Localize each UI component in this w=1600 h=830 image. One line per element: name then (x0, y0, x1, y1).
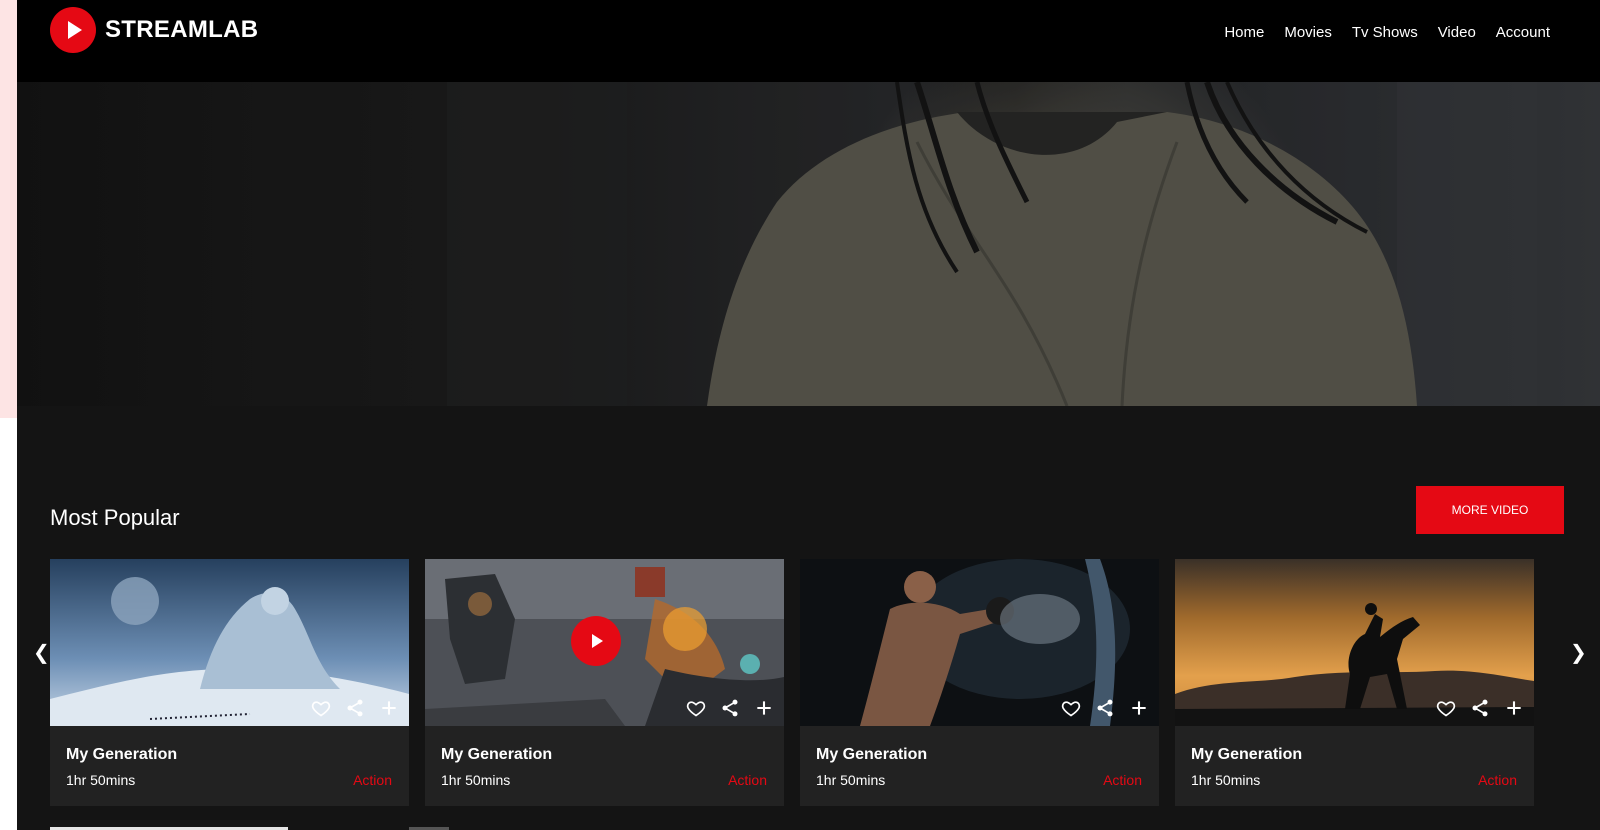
movie-card[interactable]: My Generation 1hr 50mins Action (1175, 559, 1534, 806)
main-nav: Home Movies Tv Shows Video Account (1224, 24, 1550, 41)
card-genre[interactable]: Action (728, 772, 767, 788)
app-container: STREAMLAB Home Movies Tv Shows Video Acc… (17, 0, 1600, 830)
card-duration: 1hr 50mins (441, 772, 511, 788)
movie-thumbnail[interactable] (800, 559, 1159, 726)
card-actions (1061, 698, 1149, 718)
movie-thumbnail[interactable] (425, 559, 784, 726)
movie-card[interactable]: My Generation 1hr 50mins Action (800, 559, 1159, 806)
movie-card[interactable]: My Generation 1hr 50mins Action (425, 559, 784, 806)
nav-home[interactable]: Home (1224, 24, 1264, 41)
card-actions (686, 698, 774, 718)
movie-thumbnail[interactable] (1175, 559, 1534, 726)
nav-video[interactable]: Video (1438, 24, 1476, 41)
movie-card[interactable]: My Generation 1hr 50mins Action (50, 559, 409, 806)
plus-icon[interactable] (754, 698, 774, 718)
share-icon[interactable] (720, 698, 740, 718)
logo[interactable]: STREAMLAB (50, 7, 258, 53)
carousel-prev-icon[interactable]: ❮ (33, 640, 50, 665)
card-title: My Generation (66, 746, 178, 763)
plus-icon[interactable] (379, 698, 399, 718)
site-header: STREAMLAB Home Movies Tv Shows Video Acc… (17, 0, 1600, 82)
heart-icon[interactable] (1436, 698, 1456, 718)
card-duration: 1hr 50mins (816, 772, 886, 788)
section-title: Most Popular (50, 505, 180, 531)
card-genre[interactable]: Action (1103, 772, 1142, 788)
carousel-next-icon[interactable]: ❯ (1570, 640, 1587, 665)
nav-tv-shows[interactable]: Tv Shows (1352, 24, 1418, 41)
share-icon[interactable] (1095, 698, 1115, 718)
play-icon[interactable] (571, 616, 621, 666)
brand-name: STREAMLAB (105, 16, 259, 43)
share-icon[interactable] (1470, 698, 1490, 718)
nav-account[interactable]: Account (1496, 24, 1550, 41)
card-title: My Generation (441, 746, 553, 763)
play-icon (50, 7, 96, 53)
card-duration: 1hr 50mins (66, 772, 136, 788)
nav-movies[interactable]: Movies (1284, 24, 1332, 41)
left-edge-strip (0, 0, 17, 418)
heart-icon[interactable] (1061, 698, 1081, 718)
plus-icon[interactable] (1504, 698, 1524, 718)
card-duration: 1hr 50mins (1191, 772, 1261, 788)
hero-image (17, 82, 1600, 406)
plus-icon[interactable] (1129, 698, 1149, 718)
share-icon[interactable] (345, 698, 365, 718)
card-genre[interactable]: Action (1478, 772, 1517, 788)
hero-banner (17, 82, 1600, 406)
heart-icon[interactable] (311, 698, 331, 718)
card-title: My Generation (816, 746, 928, 763)
heart-icon[interactable] (686, 698, 706, 718)
movie-thumbnail[interactable] (50, 559, 409, 726)
card-genre[interactable]: Action (353, 772, 392, 788)
card-actions (311, 698, 399, 718)
card-title: My Generation (1191, 746, 1303, 763)
card-actions (1436, 698, 1524, 718)
more-video-button[interactable]: MORE VIDEO (1416, 486, 1564, 534)
